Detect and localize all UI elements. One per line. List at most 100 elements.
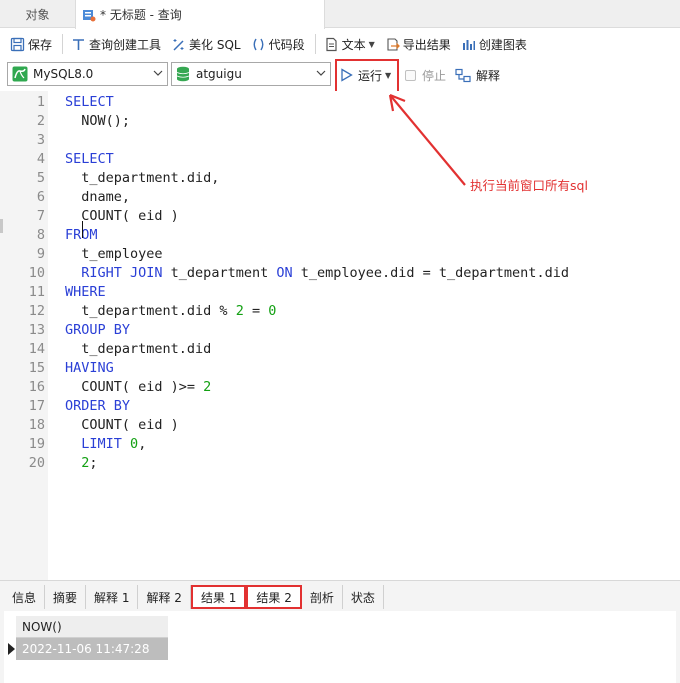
beautify-sql-button[interactable]: 美化 SQL [167,32,245,56]
line-number: 6 [36,189,45,205]
sql-keyword: WHERE [65,284,106,300]
row-pointer-icon [8,643,15,655]
document-icon [326,37,337,51]
sql-text: t_department.did [65,341,212,357]
line-number: 16 [28,379,45,395]
database-select[interactable]: atguigu [171,62,331,86]
line-number: 5 [36,170,45,186]
code-line[interactable]: dname, [65,188,130,207]
sql-text: NOW(); [65,113,131,129]
line-number: 17 [28,398,45,414]
sql-keyword: LIMIT [81,436,122,452]
query-icon [82,8,96,22]
mysql-connection-icon [12,66,28,82]
sql-keyword: SELECT [65,94,114,110]
save-button[interactable]: 保存 [6,32,56,56]
column-header[interactable]: NOW() [16,616,168,638]
annotation-arrow [388,93,466,186]
sql-text: = [243,303,269,319]
sql-text: t_employee.did = t_department.did [292,265,569,281]
tab-objects-label: 对象 [25,7,50,22]
chevron-down-icon [153,70,163,76]
explain-icon [455,68,471,82]
database-select-value: atguigu [196,67,242,81]
sql-number: 2 [203,379,212,395]
result-grid[interactable]: NOW() 2022-11-06 11:47:28 [4,611,676,683]
code-line[interactable]: COUNT( eid )>= 2 [65,378,211,397]
chevron-down-icon: ▼ [368,39,375,49]
query-builder-button[interactable]: 查询创建工具 [67,32,165,56]
line-number: 15 [28,360,45,376]
line-number: 10 [28,265,45,281]
main-toolbar: 保存 查询创建工具 美化 SQL 代码段 文本 ▼ 导出结果 创建图表 [0,29,680,59]
sql-text: COUNT( eid )>= [65,379,204,395]
toolbar-divider [62,34,64,54]
result-tab-6[interactable]: 剖析 [301,585,343,609]
magic-wand-icon [173,38,184,51]
code-line[interactable]: RIGHT JOIN t_department ON t_employee.di… [65,264,569,283]
code-line[interactable]: SELECT [65,150,114,169]
tab-query-label: * 无标题 - 查询 [100,8,182,22]
sql-number: 2 [235,303,244,319]
line-number: 20 [28,455,45,471]
parentheses-icon [253,38,264,50]
sql-editor[interactable]: 1 SELECT 2 NOW(); 3 4 SELECT 5 t_department.di… [0,91,680,580]
text-menu-button[interactable]: 文本 ▼ [320,32,379,56]
export-result-button[interactable]: 导出结果 [381,32,455,56]
result-tab-1[interactable]: 摘要 [45,585,87,609]
result-panel: 信息 摘要 解释 1 解释 2 结果 1 结果 2 剖析 状态 NOW() 2022-11-0… [0,580,680,683]
line-number: 18 [28,417,45,433]
result-tab-4[interactable]: 结果 1 [190,585,247,609]
code-line[interactable]: ORDER BY [65,397,130,416]
sql-keyword: SELECT [65,151,114,167]
code-line[interactable]: t_department.did, [65,169,219,188]
code-line[interactable]: NOW(); [65,112,130,131]
tab-bar: 对象 * 无标题 - 查询 [0,0,680,29]
sql-keyword: ORDER BY [65,398,131,414]
sql-number: 0 [130,436,139,452]
table-cell: 2022-11-06 11:47:28 [22,642,150,656]
explain-button[interactable]: 解释 [455,64,500,86]
code-line[interactable]: 2; [65,454,97,473]
stop-button[interactable]: 停止 [405,64,446,86]
code-line[interactable]: LIMIT 0, [65,435,146,454]
database-icon [176,66,190,82]
sql-text: COUNT( eid ) [65,417,179,433]
sql-keyword: HAVING [65,360,114,376]
result-tab-0[interactable]: 信息 [4,585,46,609]
code-line[interactable]: t_employee [65,245,162,264]
code-line[interactable]: WHERE [65,283,106,302]
code-snippet-button[interactable]: 代码段 [247,32,309,56]
code-line[interactable]: t_department.did % 2 = 0 [65,302,276,321]
create-chart-button[interactable]: 创建图表 [457,32,531,56]
code-line[interactable]: t_department.did [65,340,211,359]
tab-query[interactable]: * 无标题 - 查询 [75,0,325,29]
line-number: 9 [36,246,45,262]
tab-objects[interactable]: 对象 [0,0,75,28]
sql-keyword: RIGHT JOIN [81,265,163,281]
code-line[interactable]: COUNT( eid ) [65,416,179,435]
code-line[interactable]: HAVING [65,359,114,378]
line-number: 13 [28,322,45,338]
line-number: 2 [36,113,45,129]
sql-text: t_department [162,265,277,281]
result-tab-3[interactable]: 解释 2 [138,585,191,609]
table-row[interactable]: 2022-11-06 11:47:28 [16,638,168,660]
code-line[interactable]: SELECT [65,93,114,112]
sql-text: t_department.did % [65,303,236,319]
save-icon [10,37,25,51]
line-number: 3 [36,132,45,148]
query-builder-icon [73,38,85,50]
sql-text: , [138,436,147,452]
result-tab-2[interactable]: 解释 1 [86,585,139,609]
line-number: 4 [36,151,45,167]
connection-toolbar: MySQL8.0 atguigu 运行 ▼ 停止 解释 [0,59,680,100]
line-number: 14 [28,341,45,357]
connection-select[interactable]: MySQL8.0 [7,62,168,86]
result-tab-7[interactable]: 状态 [342,585,384,609]
code-line[interactable]: GROUP BY [65,321,130,340]
line-number: 8 [36,227,45,243]
result-tab-5[interactable]: 结果 2 [246,585,302,609]
line-number: 11 [28,284,45,300]
